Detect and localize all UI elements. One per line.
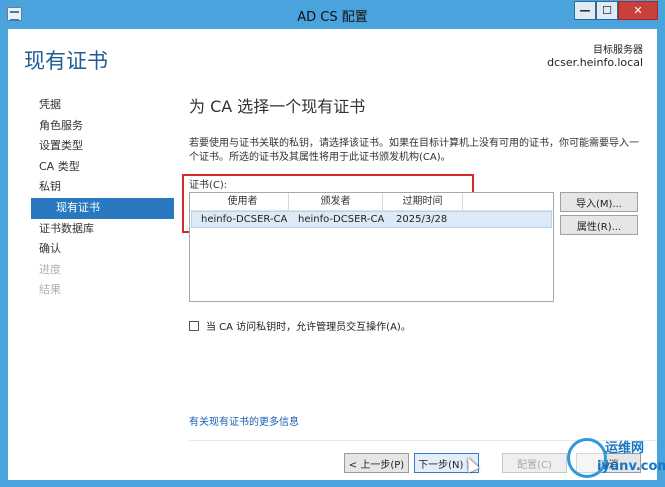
cell-subject: heinfo-DCSER-CA: [201, 214, 288, 225]
cell-issuer: heinfo-DCSER-CA: [298, 214, 385, 225]
admin-interaction-checkbox[interactable]: [189, 320, 199, 331]
maximize-button[interactable]: ☐: [596, 1, 618, 20]
cell-expires: 2025/3/28: [396, 214, 448, 225]
title-bar[interactable]: AD CS 配置 — ☐ ✕: [0, 0, 665, 29]
nav-item-existing-certificate[interactable]: 现有证书: [31, 197, 174, 219]
import-button[interactable]: 导入(M)...: [560, 192, 638, 212]
nav-item-credentials[interactable]: 凭据: [8, 95, 174, 116]
window-title: AD CS 配置: [297, 10, 368, 25]
wizard-nav: 凭据 角色服务 设置类型 CA 类型 私钥 现有证书 证书数据库 确认 进度 结…: [8, 95, 174, 301]
column-header-expires[interactable]: 过期时间: [383, 193, 463, 210]
site-watermark: 运维网 iyunv.com: [567, 432, 665, 482]
main-panel: 为 CA 选择一个现有证书 若要使用与证书关联的私钥，请选择该证书。如果在目标计…: [182, 29, 657, 480]
configure-button[interactable]: 配置(C): [502, 453, 567, 473]
more-info-link[interactable]: 有关现有证书的更多信息: [189, 413, 299, 428]
wizard-body: 现有证书 目标服务器 dcser.heinfo.local 凭据 角色服务 设置…: [8, 29, 657, 480]
nav-item-role-services[interactable]: 角色服务: [8, 116, 174, 137]
admin-interaction-option[interactable]: 当 CA 访问私钥时，允许管理员交互操作(A)。: [189, 318, 411, 333]
page-title: 现有证书: [24, 49, 108, 73]
section-heading: 为 CA 选择一个现有证书: [189, 97, 366, 116]
watermark-text-cn: 运维网: [605, 441, 645, 456]
admin-interaction-label[interactable]: 当 CA 访问私钥时，允许管理员交互操作(A)。: [206, 318, 411, 333]
nav-item-confirmation[interactable]: 确认: [8, 239, 174, 260]
nav-item-progress: 进度: [39, 262, 61, 276]
previous-button[interactable]: < 上一步(P): [344, 453, 409, 473]
table-header: 使用者 颁发者 过期时间: [190, 193, 553, 211]
nav-item-private-key[interactable]: 私钥: [8, 177, 174, 198]
nav-item-certificate-database[interactable]: 证书数据库: [8, 219, 174, 240]
nav-item-results: 结果: [39, 283, 61, 297]
properties-button[interactable]: 属性(R)...: [560, 215, 638, 235]
table-row[interactable]: heinfo-DCSER-CA heinfo-DCSER-CA 2025/3/2…: [191, 211, 552, 228]
minimize-button[interactable]: —: [574, 1, 596, 20]
column-header-subject[interactable]: 使用者: [197, 193, 289, 210]
close-button[interactable]: ✕: [618, 1, 658, 20]
nav-item-setup-type[interactable]: 设置类型: [8, 136, 174, 157]
watermark-text-en: iyunv.com: [597, 459, 665, 474]
window: AD CS 配置 — ☐ ✕ 现有证书 目标服务器 dcser.heinfo.l…: [0, 0, 665, 487]
nav-item-ca-type[interactable]: CA 类型: [8, 157, 174, 178]
certificate-table[interactable]: 使用者 颁发者 过期时间 heinfo-DCSER-CA heinfo-DCSE…: [189, 192, 554, 302]
column-header-issuer[interactable]: 颁发者: [289, 193, 383, 210]
description-text: 若要使用与证书关联的私钥，请选择该证书。如果在目标计算机上没有可用的证书，你可能…: [189, 138, 639, 163]
